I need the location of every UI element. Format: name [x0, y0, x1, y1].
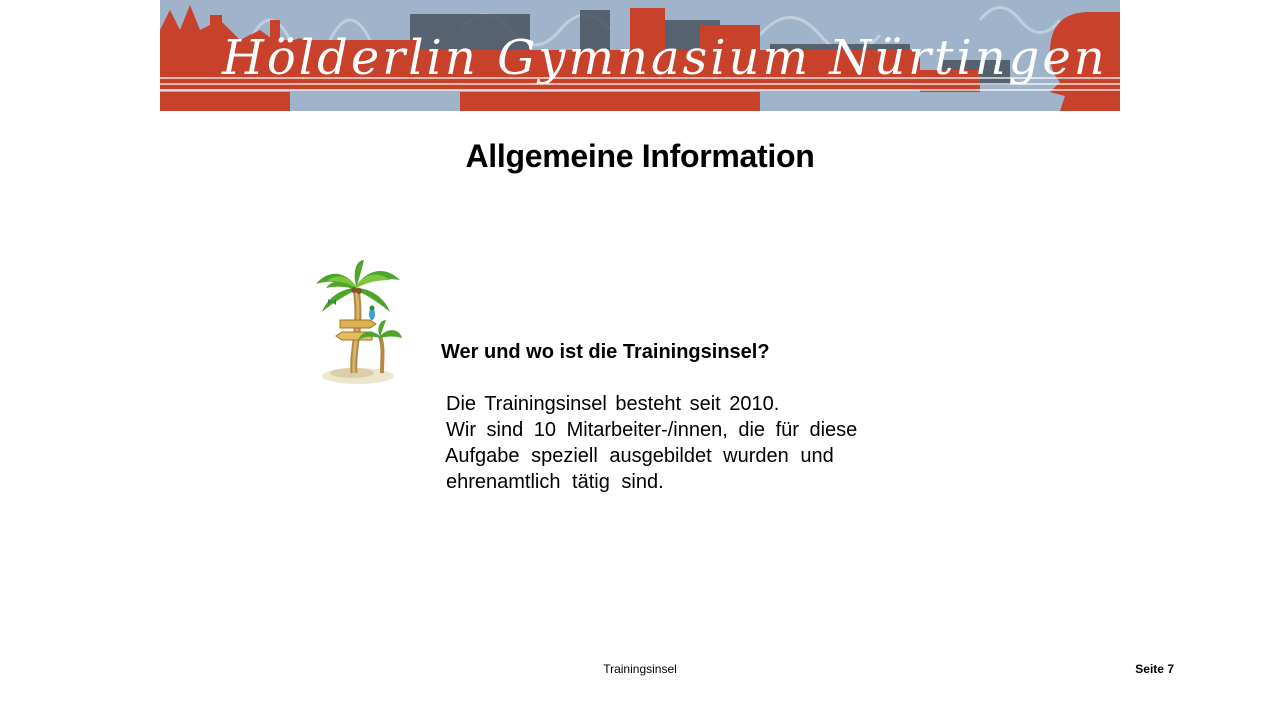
page-title: Allgemeine Information — [465, 138, 815, 174]
body-paragraph: Die Trainingsinsel besteht seit 2010. Wi… — [445, 391, 858, 495]
body-line: Aufgabe speziell ausgebildet wurden und — [445, 445, 834, 467]
body-line: Die Trainingsinsel besteht seit 2010. — [446, 393, 780, 415]
page-number: Seite 7 — [1135, 662, 1174, 676]
body-line: Wir sind 10 Mitarbeiter-/innen, die für … — [446, 419, 858, 441]
banner-script-text: Hölderlin Gymnasium Nürtingen — [221, 30, 1108, 86]
body-line: ehrenamtlich tätig sind. — [446, 471, 664, 493]
palm-tree-signpost-icon — [312, 258, 404, 388]
school-banner: Hölderlin Gymnasium Nürtingen — [160, 0, 1120, 111]
section-heading: Wer und wo ist die Trainingsinsel? — [441, 341, 770, 363]
footer-title: Trainingsinsel — [603, 662, 677, 676]
